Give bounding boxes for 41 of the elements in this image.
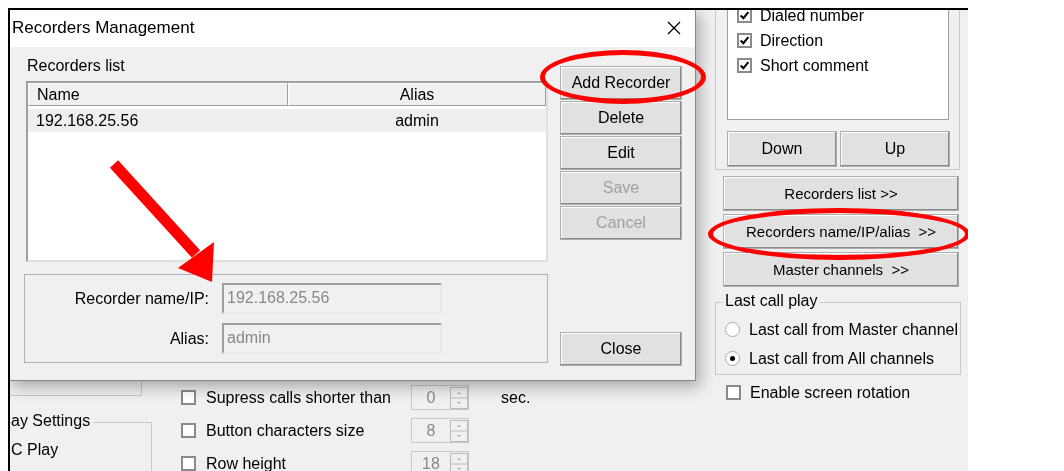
order-button[interactable]: Up [840,131,950,167]
group-title: Last call play [723,292,820,310]
unit-label: sec. [501,388,531,407]
table-cell-text: 192.168.25.56 [35,111,140,131]
nav-button[interactable]: Master channels >> [723,252,959,287]
checkbox[interactable] [726,385,741,400]
radio-button[interactable] [725,351,740,366]
nav-button[interactable]: Recorders name/IP/alias >> [723,214,959,249]
radio-label: Last call from All channels [749,349,934,368]
group-title: ay Settings [11,412,94,430]
window-title: Recorders Management [12,18,195,38]
option-label: C Play [11,441,59,459]
close-icon[interactable] [667,21,681,35]
dialog-button[interactable]: Delete [560,101,682,135]
checkbox[interactable] [737,10,752,23]
dialog-button[interactable]: Add Recorder [560,66,682,100]
list-label: Recorders list [26,56,126,76]
checkbox[interactable] [737,58,752,73]
table-row[interactable]: 192.168.25.56 admin [28,109,546,132]
checkbox-label: Direction [760,31,824,50]
table-cell-text: admin [394,111,440,131]
checkbox[interactable] [181,423,196,438]
column-header[interactable]: Alias [288,83,546,106]
nav-button[interactable]: Recorders list >> [723,176,959,211]
radio-button[interactable] [725,322,740,337]
checkbox-label: Short comment [760,56,869,75]
field-label: Recorder name/IP: [73,289,209,308]
field-label: Alias: [168,329,209,348]
close-button[interactable]: Close [560,332,682,366]
spinner-arrows-icon[interactable] [450,386,468,409]
checkbox-label: Enable screen rotation [750,383,911,402]
checkbox[interactable] [181,390,196,405]
checkbox-label: Row height [205,454,288,471]
checkbox-label: Button characters size [205,421,366,440]
dialog-button[interactable]: Edit [560,136,682,170]
checkbox[interactable] [181,456,196,471]
radio-label: Last call from Master channel [749,320,958,339]
checkbox-label: Supress calls shorter than [205,388,392,407]
checkbox[interactable] [737,33,752,48]
column-header[interactable]: Name [28,83,288,106]
order-button[interactable]: Down [727,131,837,167]
